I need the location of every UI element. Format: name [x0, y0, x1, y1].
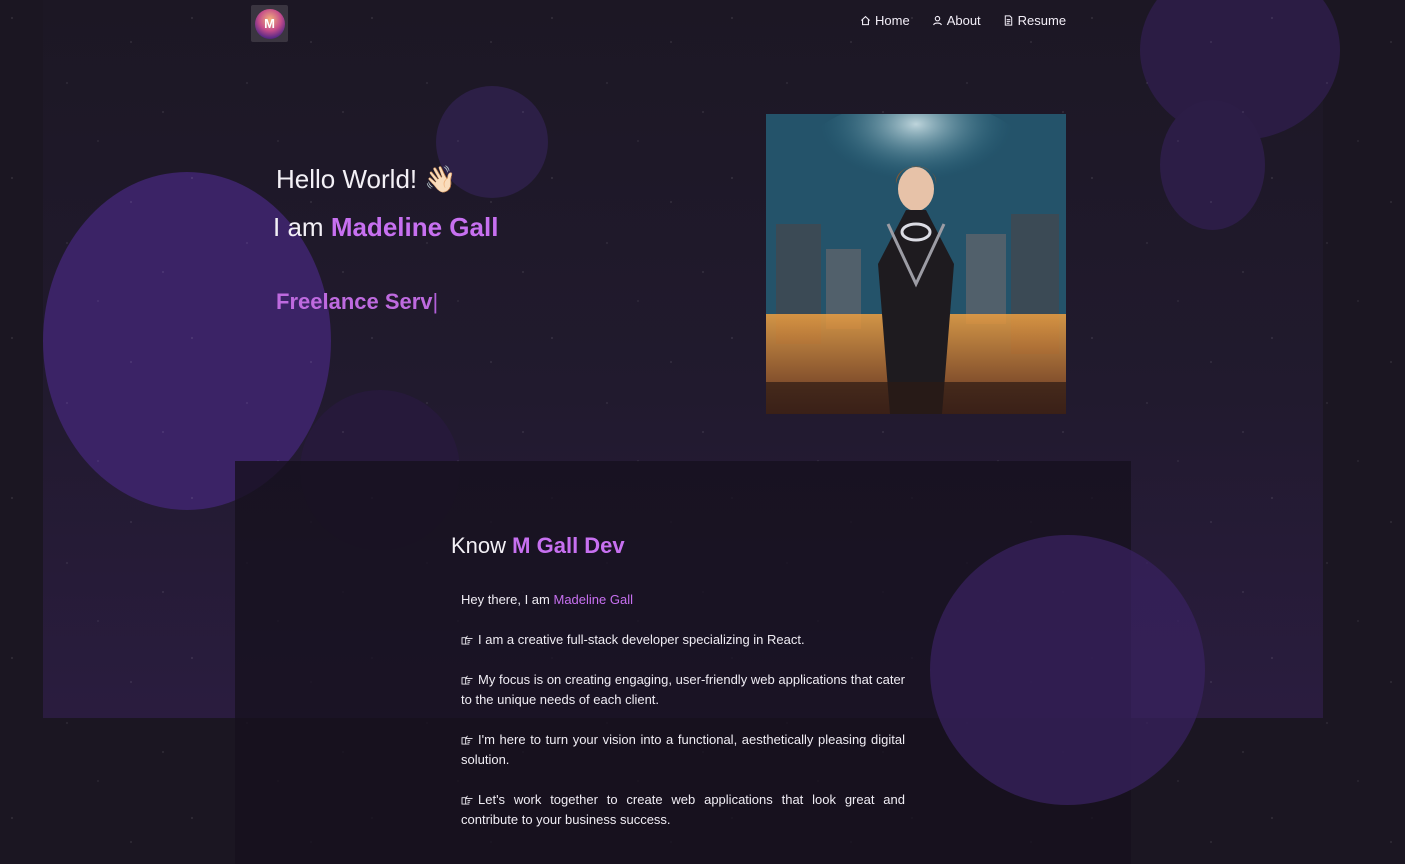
bio-bullet: I'm here to turn your vision into a func… — [461, 730, 905, 770]
pointing-hand-icon — [461, 635, 473, 645]
wave-icon: 👋🏻 — [424, 164, 457, 194]
pointing-hand-icon — [461, 735, 473, 745]
bio-intro-prefix: Hey there, I am — [461, 592, 550, 607]
bio-intro: Hey there, I am Madeline Gall — [461, 590, 905, 610]
about-heading: Know M Gall Dev — [451, 533, 625, 559]
nav-resume[interactable]: Resume — [1003, 13, 1066, 28]
hero-portrait — [766, 114, 1066, 414]
logo-icon: M — [254, 8, 285, 39]
about-heading-prefix: Know — [451, 533, 507, 558]
background-blob — [930, 535, 1205, 805]
bio-intro-name: Madeline Gall — [553, 592, 634, 607]
bio-bullet-text: I'm here to turn your vision into a func… — [461, 732, 905, 767]
bio-bullet: My focus is on creating engaging, user-f… — [461, 670, 905, 710]
about-heading-highlight: M Gall Dev — [512, 533, 625, 558]
bio-bullet: Let's work together to create web applic… — [461, 790, 905, 830]
navbar: Home About Resume — [860, 13, 1088, 28]
bio-bullet-text: I am a creative full-stack developer spe… — [478, 632, 805, 647]
portrait-image — [766, 114, 1066, 414]
typewriter-caret: | — [432, 289, 439, 314]
bio-bullet: I am a creative full-stack developer spe… — [461, 630, 905, 650]
site-logo[interactable]: M — [251, 5, 288, 42]
user-icon — [932, 15, 942, 26]
hero-greeting: Hello World! 👋🏻 — [276, 164, 457, 195]
document-icon — [1004, 15, 1012, 26]
about-bio: Hey there, I am Madeline Gall I am a cre… — [461, 590, 905, 850]
nav-resume-label: Resume — [1017, 13, 1067, 28]
typewriter-text: Freelance Serv| — [276, 289, 438, 315]
greeting-text: Hello World! — [276, 164, 418, 194]
pointing-hand-icon — [461, 675, 473, 685]
intro-prefix: I am — [273, 212, 324, 242]
pointing-hand-icon — [461, 795, 473, 805]
hero-name: Madeline Gall — [330, 212, 499, 242]
bio-bullet-text: My focus is on creating engaging, user-f… — [461, 672, 905, 707]
nav-about[interactable]: About — [932, 13, 981, 28]
nav-about-label: About — [946, 13, 981, 28]
page: M Home About Resume Hello World! 👋🏻 I am… — [0, 0, 1405, 864]
typewriter-content: Freelance Serv — [276, 289, 433, 314]
nav-home-label: Home — [875, 13, 910, 28]
hero-intro: I am Madeline Gall — [273, 212, 498, 243]
nav-home[interactable]: Home — [860, 13, 910, 28]
home-icon — [860, 15, 871, 26]
bio-bullet-text: Let's work together to create web applic… — [461, 792, 905, 827]
